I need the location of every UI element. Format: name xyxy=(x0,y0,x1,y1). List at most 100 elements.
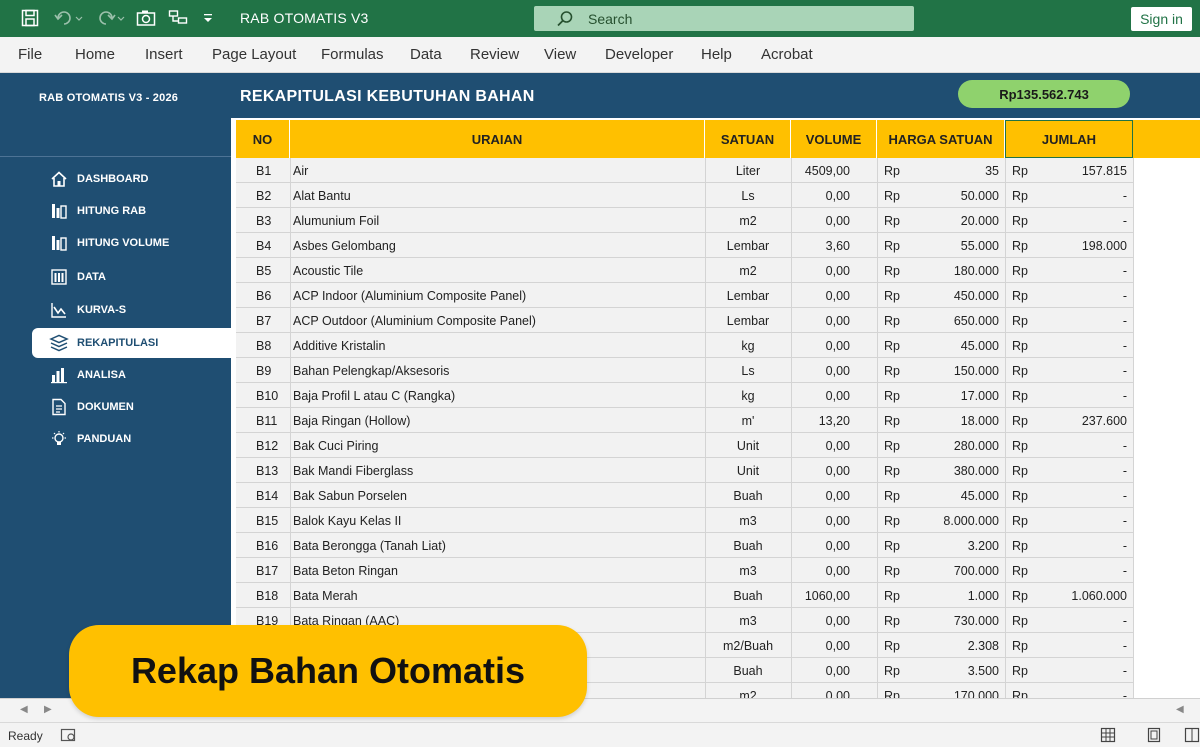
cell-satuan[interactable]: Unit xyxy=(705,433,791,458)
cell-no[interactable]: B12 xyxy=(236,433,290,458)
sidebar-item-hitung-rab[interactable]: HITUNG RAB xyxy=(32,197,231,225)
sidebar-item-dashboard[interactable]: DASHBOARD xyxy=(32,165,231,193)
column-header-no[interactable]: NO xyxy=(236,120,290,158)
cell-no[interactable]: B4 xyxy=(236,233,290,258)
cell-uraian[interactable]: Bata Beton Ringan xyxy=(290,558,705,583)
cell-no[interactable]: B7 xyxy=(236,308,290,333)
sidebar-item-dokumen[interactable]: DOKUMEN xyxy=(32,393,231,421)
cell-no[interactable]: B5 xyxy=(236,258,290,283)
cell-volume[interactable]: 0,00 xyxy=(791,258,877,283)
save-icon[interactable] xyxy=(20,8,40,28)
cell-uraian[interactable]: Asbes Gelombang xyxy=(290,233,705,258)
column-header-volume[interactable]: VOLUME xyxy=(791,120,877,158)
form-icon[interactable] xyxy=(168,8,188,28)
tab-review[interactable]: Review xyxy=(470,46,519,63)
tab-data[interactable]: Data xyxy=(410,46,442,63)
page-layout-view-icon[interactable] xyxy=(1146,727,1162,743)
tab-acrobat[interactable]: Acrobat xyxy=(761,46,813,63)
accessibility-icon[interactable] xyxy=(60,727,76,743)
cell-volume[interactable]: 0,00 xyxy=(791,608,877,633)
cell-satuan[interactable]: Buah xyxy=(705,533,791,558)
camera-icon[interactable] xyxy=(136,8,156,28)
cell-uraian[interactable]: Balok Kayu Kelas II xyxy=(290,508,705,533)
cell-uraian[interactable]: Baja Profil L atau C (Rangka) xyxy=(290,383,705,408)
cell-uraian[interactable]: Alumunium Foil xyxy=(290,208,705,233)
cell-satuan[interactable]: m3 xyxy=(705,508,791,533)
cell-volume[interactable]: 0,00 xyxy=(791,433,877,458)
cell-volume[interactable]: 0,00 xyxy=(791,458,877,483)
cell-satuan[interactable]: m2 xyxy=(705,683,791,699)
cell-volume[interactable]: 0,00 xyxy=(791,308,877,333)
cell-satuan[interactable]: Buah xyxy=(705,483,791,508)
cell-volume[interactable]: 0,00 xyxy=(791,208,877,233)
tab-formulas[interactable]: Formulas xyxy=(321,46,384,63)
tab-developer[interactable]: Developer xyxy=(605,46,673,63)
cell-satuan[interactable]: Lembar xyxy=(705,283,791,308)
cell-uraian[interactable]: Baja Ringan (Hollow) xyxy=(290,408,705,433)
cell-uraian[interactable]: ACP Outdoor (Aluminium Composite Panel) xyxy=(290,308,705,333)
cell-volume[interactable]: 0,00 xyxy=(791,183,877,208)
tab-home[interactable]: Home xyxy=(75,46,115,63)
scroll-left-icon[interactable]: ◀ xyxy=(1176,704,1184,715)
cell-volume[interactable]: 0,00 xyxy=(791,658,877,683)
cell-satuan[interactable]: Ls xyxy=(705,183,791,208)
sidebar-item-analisa[interactable]: ANALISA xyxy=(32,361,231,389)
cell-satuan[interactable]: Lembar xyxy=(705,233,791,258)
cell-volume[interactable]: 0,00 xyxy=(791,383,877,408)
cell-uraian[interactable]: Bata Merah xyxy=(290,583,705,608)
cell-uraian[interactable]: Bahan Pelengkap/Aksesoris xyxy=(290,358,705,383)
sidebar-item-panduan[interactable]: PANDUAN xyxy=(32,425,231,453)
cell-volume[interactable]: 3,60 xyxy=(791,233,877,258)
cell-no[interactable]: B18 xyxy=(236,583,290,608)
cell-satuan[interactable]: kg xyxy=(705,333,791,358)
cell-satuan[interactable]: m' xyxy=(705,408,791,433)
cell-satuan[interactable]: Buah xyxy=(705,658,791,683)
sign-in-button[interactable]: Sign in xyxy=(1131,7,1192,31)
cell-uraian[interactable]: Bak Sabun Porselen xyxy=(290,483,705,508)
cell-satuan[interactable]: m3 xyxy=(705,608,791,633)
cell-satuan[interactable]: m2 xyxy=(705,208,791,233)
cell-uraian[interactable]: Bak Cuci Piring xyxy=(290,433,705,458)
cell-volume[interactable]: 0,00 xyxy=(791,533,877,558)
cell-satuan[interactable]: m2/Buah xyxy=(705,633,791,658)
cell-satuan[interactable]: m2 xyxy=(705,258,791,283)
cell-uraian[interactable]: Bata Berongga (Tanah Liat) xyxy=(290,533,705,558)
customize-toolbar-icon[interactable] xyxy=(200,8,216,28)
cell-volume[interactable]: 0,00 xyxy=(791,358,877,383)
cell-uraian[interactable]: Bak Mandi Fiberglass xyxy=(290,458,705,483)
tab-help[interactable]: Help xyxy=(701,46,732,63)
cell-satuan[interactable]: Unit xyxy=(705,458,791,483)
cell-no[interactable]: B10 xyxy=(236,383,290,408)
sidebar-item-kurva-s[interactable]: KURVA-S xyxy=(32,296,231,324)
cell-volume[interactable]: 1060,00 xyxy=(791,583,877,608)
cell-volume[interactable]: 0,00 xyxy=(791,483,877,508)
cell-volume[interactable]: 0,00 xyxy=(791,508,877,533)
cell-satuan[interactable]: kg xyxy=(705,383,791,408)
tab-view[interactable]: View xyxy=(544,46,576,63)
cell-satuan[interactable]: m3 xyxy=(705,558,791,583)
sidebar-item-hitung-volume[interactable]: HITUNG VOLUME xyxy=(32,229,231,257)
cell-uraian[interactable]: ACP Indoor (Aluminium Composite Panel) xyxy=(290,283,705,308)
scroll-left-icon[interactable]: ◀ xyxy=(20,704,28,715)
tab-file[interactable]: File xyxy=(18,46,42,63)
column-header-uraian[interactable]: URAIAN xyxy=(290,120,705,158)
scroll-right-icon[interactable]: ▶ xyxy=(44,704,52,715)
cell-volume[interactable]: 0,00 xyxy=(791,283,877,308)
cell-volume[interactable]: 0,00 xyxy=(791,333,877,358)
cell-no[interactable]: B14 xyxy=(236,483,290,508)
cell-no[interactable]: B3 xyxy=(236,208,290,233)
cell-satuan[interactable]: Ls xyxy=(705,358,791,383)
page-break-view-icon[interactable] xyxy=(1184,727,1200,743)
cell-volume[interactable]: 0,00 xyxy=(791,558,877,583)
tab-insert[interactable]: Insert xyxy=(145,46,183,63)
cell-no[interactable]: B6 xyxy=(236,283,290,308)
cell-no[interactable]: B15 xyxy=(236,508,290,533)
cell-volume[interactable]: 4509,00 xyxy=(791,158,877,183)
cell-no[interactable]: B9 xyxy=(236,358,290,383)
search-input[interactable]: Search xyxy=(534,6,914,31)
tab-page-layout[interactable]: Page Layout xyxy=(212,46,296,63)
cell-no[interactable]: B17 xyxy=(236,558,290,583)
cell-uraian[interactable]: Alat Bantu xyxy=(290,183,705,208)
cell-no[interactable]: B13 xyxy=(236,458,290,483)
cell-uraian[interactable]: Additive Kristalin xyxy=(290,333,705,358)
